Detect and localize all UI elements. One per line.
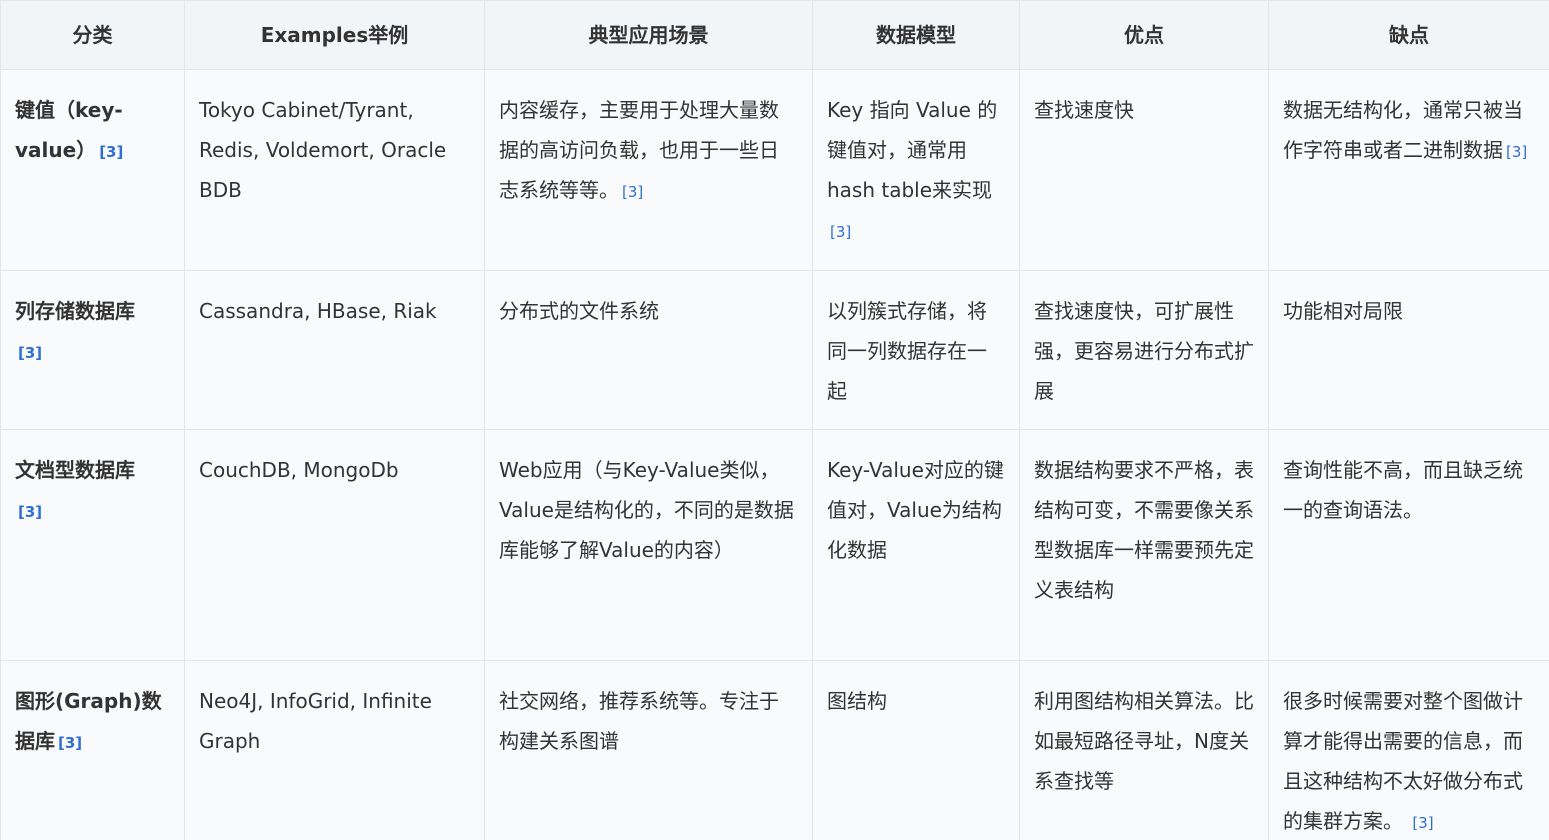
row-examples: Cassandra, HBase, Riak xyxy=(184,270,485,430)
row-scenario: 内容缓存，主要用于处理大量数据的高访问负载，也用于一些日志系统等等。 [3] xyxy=(484,69,813,271)
citation-link[interactable]: [3] xyxy=(830,223,851,241)
header-category: 分类 xyxy=(0,0,185,70)
row-category: 文档型数据库 [3] xyxy=(0,429,185,661)
header-data-model: 数据模型 xyxy=(812,0,1020,70)
citation-link[interactable]: [3] xyxy=(18,503,42,521)
table-row: 列存储数据库 [3] Cassandra, HBase, Riak 分布式的文件系… xyxy=(0,270,1549,430)
category-text: 图形(Graph)数据库 xyxy=(15,689,162,753)
nosql-comparison-table: 分类 Examples举例 典型应用场景 数据模型 优点 缺点 键值（key-v… xyxy=(0,0,1549,840)
category-text: 列存储数据库 xyxy=(15,299,135,323)
header-cons: 缺点 xyxy=(1268,0,1549,70)
row-pros: 数据结构要求不严格，表结构可变，不需要像关系型数据库一样需要预先定义表结构 xyxy=(1019,429,1269,661)
table-header: 分类 Examples举例 典型应用场景 数据模型 优点 缺点 xyxy=(0,0,1549,70)
row-scenario: 分布式的文件系统 xyxy=(484,270,813,430)
row-cons: 数据无结构化，通常只被当作字符串或者二进制数据 [3] xyxy=(1268,69,1549,271)
header-scenario: 典型应用场景 xyxy=(484,0,813,70)
row-category: 列存储数据库 [3] xyxy=(0,270,185,430)
row-examples: Neo4J, InfoGrid, Infinite Graph xyxy=(184,660,485,840)
row-pros: 查找速度快 xyxy=(1019,69,1269,271)
citation-link[interactable]: [3] xyxy=(99,143,123,161)
row-scenario: Web应用（与Key-Value类似，Value是结构化的，不同的是数据库能够了… xyxy=(484,429,813,661)
row-data-model: Key-Value对应的键值对，Value为结构化数据 xyxy=(812,429,1020,661)
table-row: 图形(Graph)数据库 [3] Neo4J, InfoGrid, Infinit… xyxy=(0,660,1549,840)
row-category: 键值（key-value） [3] xyxy=(0,69,185,271)
row-cons: 查询性能不高，而且缺乏统一的查询语法。 xyxy=(1268,429,1549,661)
citation-link[interactable]: [3] xyxy=(622,183,643,201)
row-category: 图形(Graph)数据库 [3] xyxy=(0,660,185,840)
row-pros: 查找速度快，可扩展性强，更容易进行分布式扩展 xyxy=(1019,270,1269,430)
citation-link[interactable]: [3] xyxy=(1412,814,1433,832)
row-cons: 很多时候需要对整个图做计算才能得出需要的信息，而且这种结构不太好做分布式的集群方… xyxy=(1268,660,1549,840)
citation-link[interactable]: [3] xyxy=(58,734,82,752)
model-text: Key 指向 Value 的键值对，通常用hash table来实现 xyxy=(827,98,998,202)
row-data-model: 以列簇式存储，将同一列数据存在一起 xyxy=(812,270,1020,430)
header-row: 分类 Examples举例 典型应用场景 数据模型 优点 缺点 xyxy=(0,0,1549,70)
category-text: 文档型数据库 xyxy=(15,458,135,482)
row-scenario: 社交网络，推荐系统等。专注于构建关系图谱 xyxy=(484,660,813,840)
row-examples: CouchDB, MongoDb xyxy=(184,429,485,661)
table-row: 键值（key-value） [3] Tokyo Cabinet/Tyrant, R… xyxy=(0,69,1549,271)
table-body: 键值（key-value） [3] Tokyo Cabinet/Tyrant, R… xyxy=(0,69,1549,840)
citation-link[interactable]: [3] xyxy=(1506,143,1527,161)
header-pros: 优点 xyxy=(1019,0,1269,70)
cons-text: 很多时候需要对整个图做计算才能得出需要的信息，而且这种结构不太好做分布式的集群方… xyxy=(1283,689,1523,833)
row-cons: 功能相对局限 xyxy=(1268,270,1549,430)
table-row: 文档型数据库 [3] CouchDB, MongoDb Web应用（与Key-Va… xyxy=(0,429,1549,661)
row-examples: Tokyo Cabinet/Tyrant, Redis, Voldemort, … xyxy=(184,69,485,271)
row-data-model: 图结构 xyxy=(812,660,1020,840)
header-examples: Examples举例 xyxy=(184,0,485,70)
cons-text: 数据无结构化，通常只被当作字符串或者二进制数据 xyxy=(1283,98,1523,162)
row-data-model: Key 指向 Value 的键值对，通常用hash table来实现 [3] xyxy=(812,69,1020,271)
citation-link[interactable]: [3] xyxy=(18,344,42,362)
row-pros: 利用图结构相关算法。比如最短路径寻址，N度关系查找等 xyxy=(1019,660,1269,840)
